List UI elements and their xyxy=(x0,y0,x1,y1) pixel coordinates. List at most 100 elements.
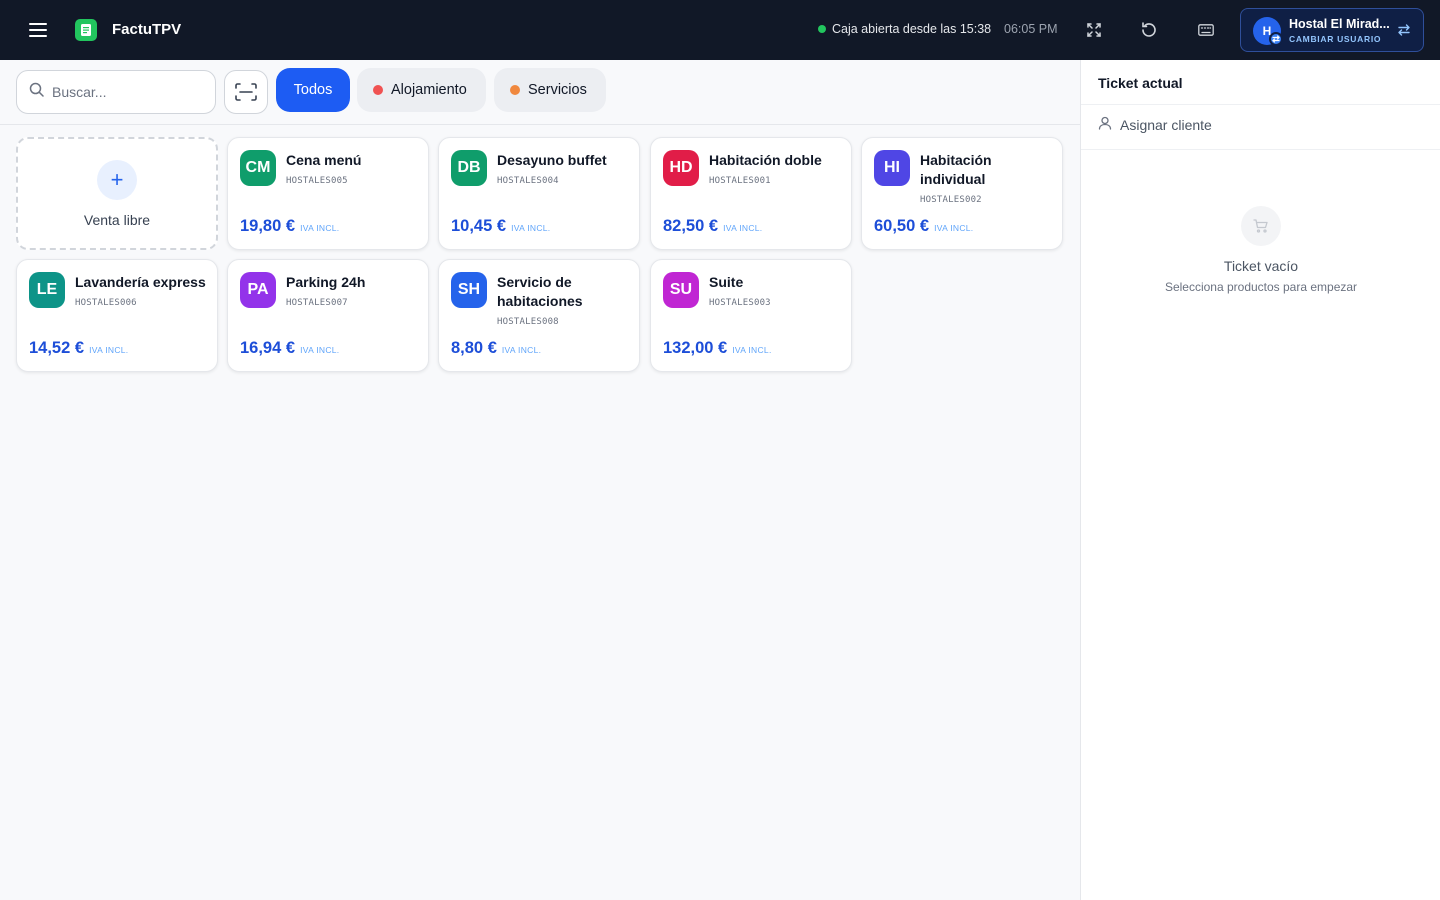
product-code: HOSTALES001 xyxy=(709,176,771,186)
price-row: 14,52 € IVA INCL. xyxy=(29,339,128,358)
free-sale-label: Venta libre xyxy=(83,211,151,228)
product-name: Desayuno buffet xyxy=(497,152,607,168)
tax-note: IVA INCL. xyxy=(89,345,129,355)
product-code: HOSTALES003 xyxy=(709,298,771,308)
tax-note: IVA INCL. xyxy=(300,223,340,233)
product-card[interactable]: PA Parking 24h HOSTALES007 16,94 € IVA INC… xyxy=(227,259,429,372)
ticket-panel: Ticket actual Asignar cliente Ticket vac… xyxy=(1080,60,1440,900)
product-code: HOSTALES006 xyxy=(75,298,137,308)
price-row: 16,94 € IVA INCL. xyxy=(240,339,339,358)
app-logo-icon xyxy=(75,19,97,41)
menu-icon[interactable] xyxy=(26,18,50,42)
divider xyxy=(1081,104,1440,105)
cart-icon xyxy=(1241,206,1281,246)
register-status-text: Caja abierta desde las 15:38 xyxy=(832,22,992,36)
search-input[interactable] xyxy=(52,84,192,100)
empty-ticket-title: Ticket vacío xyxy=(1223,258,1299,274)
product-badge: HI xyxy=(874,150,910,186)
user-name: Hostal El Mirad... xyxy=(1289,17,1390,31)
product-badge: SU xyxy=(663,272,699,308)
tax-note: IVA INCL. xyxy=(511,223,551,233)
price-row: 132,00 € IVA INCL. xyxy=(663,339,772,358)
product-name: Servicio de habitaciones xyxy=(497,274,583,309)
tax-note: IVA INCL. xyxy=(934,223,974,233)
product-badge: SH xyxy=(451,272,487,308)
fullscreen-icon[interactable] xyxy=(1082,18,1106,42)
product-card[interactable]: DB Desayuno buffet HOSTALES004 10,45 € IVA… xyxy=(438,137,640,250)
barcode-scan-button[interactable] xyxy=(224,70,268,114)
refresh-icon[interactable] xyxy=(1137,18,1161,42)
product-price: 16,94 € xyxy=(240,339,296,357)
category-servicios[interactable]: Servicios xyxy=(494,68,606,112)
product-name-block: Servicio de habitaciones HOSTALES008 xyxy=(497,273,633,332)
product-price: 8,80 € xyxy=(451,339,497,357)
product-name-block: Habitación individual HOSTALES002 xyxy=(920,151,1056,210)
empty-ticket-state: Ticket vacío Selecciona productos para e… xyxy=(1081,206,1440,294)
product-card[interactable]: SU Suite HOSTALES003 132,00 € IVA INCL. xyxy=(650,259,852,372)
product-badge: HD xyxy=(663,150,699,186)
product-name-block: Habitación doble HOSTALES001 xyxy=(709,151,845,191)
product-name: Cena menú xyxy=(286,152,362,168)
tax-note: IVA INCL. xyxy=(732,345,772,355)
tax-note: IVA INCL. xyxy=(501,345,542,355)
category-label: Servicios xyxy=(528,82,587,98)
product-card[interactable]: SH Servicio de habitaciones HOSTALES008 8… xyxy=(438,259,640,372)
search-box[interactable] xyxy=(16,70,216,114)
swap-icon xyxy=(1397,23,1411,42)
product-code: HOSTALES005 xyxy=(286,176,348,186)
product-card[interactable]: HD Habitación doble HOSTALES001 82,50 € IV… xyxy=(650,137,852,250)
status-dot xyxy=(818,25,826,33)
price-row: 8,80 € IVA INCL. xyxy=(451,339,541,358)
price-row: 10,45 € IVA INCL. xyxy=(451,217,550,236)
category-color-dot xyxy=(510,85,520,95)
catalog-toolbar: Todos Alojamiento Servicios xyxy=(0,60,1080,125)
free-sale-card[interactable]: + Venta libre xyxy=(16,137,218,250)
product-name: Habitación individual xyxy=(920,152,992,187)
plus-icon: + xyxy=(97,159,137,200)
keyboard-icon[interactable] xyxy=(1194,18,1218,42)
product-code: HOSTALES002 xyxy=(920,195,982,205)
product-price: 60,50 € xyxy=(874,217,930,235)
category-todos[interactable]: Todos xyxy=(276,68,350,112)
user-icon xyxy=(1098,116,1112,133)
switch-badge-icon xyxy=(1269,32,1283,46)
price-row: 60,50 € IVA INCL. xyxy=(874,217,973,236)
product-card[interactable]: LE Lavandería express HOSTALES006 14,52 €… xyxy=(16,259,218,372)
product-name: Habitación doble xyxy=(709,152,822,168)
product-badge: LE xyxy=(29,272,65,308)
category-alojamiento[interactable]: Alojamiento xyxy=(357,68,486,112)
product-name-block: Cena menú HOSTALES005 xyxy=(286,151,422,191)
product-name-block: Desayuno buffet HOSTALES004 xyxy=(497,151,633,191)
product-badge: PA xyxy=(240,272,276,308)
top-bar: FactuTPV Caja abierta desde las 15:38 06… xyxy=(0,0,1440,60)
ticket-title: Ticket actual xyxy=(1098,75,1183,91)
product-price: 132,00 € xyxy=(663,339,728,357)
product-badge: DB xyxy=(451,150,487,186)
price-row: 82,50 € IVA INCL. xyxy=(663,217,762,236)
search-icon xyxy=(29,82,44,102)
product-code: HOSTALES007 xyxy=(286,298,348,308)
product-card[interactable]: HI Habitación individual HOSTALES002 60,5… xyxy=(861,137,1063,250)
tax-note: IVA INCL. xyxy=(723,223,763,233)
price-row: 19,80 € IVA INCL. xyxy=(240,217,339,236)
divider xyxy=(1081,149,1440,150)
register-status: Caja abierta desde las 15:38 xyxy=(818,22,991,36)
product-code: HOSTALES008 xyxy=(497,317,559,327)
category-label: Alojamiento xyxy=(391,82,467,98)
product-name-block: Parking 24h HOSTALES007 xyxy=(286,273,422,313)
product-code: HOSTALES004 xyxy=(497,176,559,186)
product-price: 14,52 € xyxy=(29,339,85,357)
tax-note: IVA INCL. xyxy=(300,345,340,355)
product-name-block: Lavandería express HOSTALES006 xyxy=(75,273,211,313)
assign-client-button[interactable]: Asignar cliente xyxy=(1098,116,1212,133)
product-name-block: Suite HOSTALES003 xyxy=(709,273,845,313)
clock: 06:05 PM xyxy=(1004,22,1058,36)
app-name: FactuTPV xyxy=(112,21,182,38)
product-price: 19,80 € xyxy=(240,217,296,235)
category-color-dot xyxy=(373,85,383,95)
product-card[interactable]: CM Cena menú HOSTALES005 19,80 € IVA INCL. xyxy=(227,137,429,250)
switch-user-button[interactable]: H Hostal El Mirad... CAMBIAR USUARIO xyxy=(1240,8,1424,52)
switch-user-label: CAMBIAR USUARIO xyxy=(1289,34,1382,44)
product-name: Parking 24h xyxy=(286,274,366,290)
product-name: Lavandería express xyxy=(75,274,206,290)
